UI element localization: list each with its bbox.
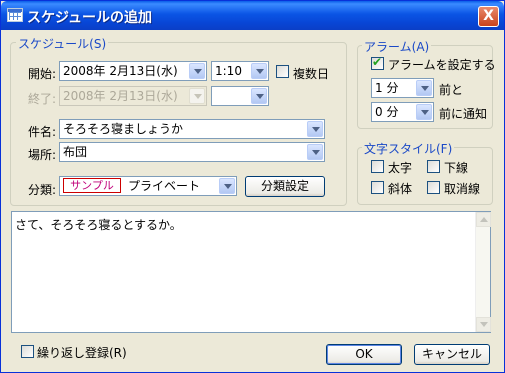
subject-combobox[interactable]: そろそろ寝ましょうか xyxy=(59,119,325,139)
category-settings-button[interactable]: 分類設定 xyxy=(245,176,325,197)
category-value: プライベート xyxy=(128,179,201,193)
chevron-down-icon[interactable] xyxy=(307,121,323,137)
memo-text: さて、そろそろ寝るとするか。 xyxy=(15,218,182,232)
category-label: 分類: xyxy=(28,183,57,197)
ok-button[interactable]: OK xyxy=(326,344,402,365)
cancel-button[interactable]: キャンセル xyxy=(414,344,490,365)
end-label: 終了: xyxy=(28,92,57,106)
alarm-notify-value: 0 分 xyxy=(375,105,399,119)
repeat-checkbox[interactable] xyxy=(21,345,34,358)
chevron-down-icon[interactable] xyxy=(416,80,432,96)
chevron-down-icon[interactable] xyxy=(251,88,267,104)
bold-checkbox[interactable] xyxy=(371,160,384,173)
strike-label[interactable]: 取消線 xyxy=(444,180,480,197)
alarm-group-legend: アラーム(A) xyxy=(362,38,432,55)
italic-checkbox[interactable] xyxy=(371,181,384,194)
chevron-down-icon[interactable] xyxy=(416,104,432,120)
chevron-down-icon xyxy=(189,88,205,104)
multi-day-checkbox[interactable] xyxy=(276,65,289,78)
start-time-select[interactable]: 1:10 xyxy=(211,61,269,81)
repeat-label[interactable]: 繰り返し登録(R) xyxy=(37,344,127,361)
place-combobox[interactable]: 布団 xyxy=(59,142,325,162)
memo-textarea[interactable]: さて、そろそろ寝るとするか。 xyxy=(11,211,491,333)
memo-scrollbar[interactable] xyxy=(475,212,491,332)
category-sample-swatch: サンプル xyxy=(63,178,121,193)
alarm-before-label: 前と xyxy=(439,83,464,97)
alarm-enable-checkbox[interactable] xyxy=(371,55,384,70)
close-button[interactable]: X xyxy=(478,6,499,27)
start-date-picker[interactable]: 2008年 2月13日(水) xyxy=(59,61,207,81)
scroll-down-icon[interactable] xyxy=(476,317,491,332)
dialog-window: スケジュールの追加 X スケジュール(S) 開始: 2008年 2月13日(水)… xyxy=(0,0,505,373)
alarm-before-value: 1 分 xyxy=(375,81,399,95)
alarm-enable-label[interactable]: アラームを設定する xyxy=(388,56,496,73)
end-date-picker: 2008年 2月13日(水) xyxy=(59,86,207,106)
window-title: スケジュールの追加 xyxy=(27,10,153,26)
alarm-notify-select[interactable]: 0 分 xyxy=(371,102,434,122)
alarm-notify-label: 前に通知 xyxy=(439,107,488,121)
underline-label[interactable]: 下線 xyxy=(444,159,468,176)
start-time-value: 1:10 xyxy=(215,64,242,78)
chevron-down-icon[interactable] xyxy=(251,63,267,79)
end-time-select[interactable] xyxy=(211,86,269,106)
start-label: 開始: xyxy=(28,67,57,81)
start-date-value: 2008年 2月13日(水) xyxy=(63,64,178,78)
chevron-down-icon[interactable] xyxy=(307,144,323,160)
place-value: 布団 xyxy=(63,145,88,159)
title-bar[interactable]: スケジュールの追加 X xyxy=(1,1,504,30)
italic-label[interactable]: 斜体 xyxy=(388,180,412,197)
subject-label: 件名: xyxy=(28,125,57,139)
scroll-up-icon[interactable] xyxy=(476,212,491,227)
place-label: 場所: xyxy=(28,148,57,162)
calendar-icon xyxy=(7,8,23,22)
subject-value: そろそろ寝ましょうか xyxy=(63,122,184,136)
end-date-value: 2008年 2月13日(水) xyxy=(63,89,178,103)
text-style-group-legend: 文字スタイル(F) xyxy=(362,140,455,157)
chevron-down-icon[interactable] xyxy=(189,63,205,79)
schedule-group-legend: スケジュール(S) xyxy=(16,35,109,52)
multi-day-label[interactable]: 複数日 xyxy=(293,65,329,82)
category-select[interactable]: サンプル プライベート xyxy=(59,176,237,196)
underline-checkbox[interactable] xyxy=(427,160,440,173)
strike-checkbox[interactable] xyxy=(427,181,440,194)
alarm-before-select[interactable]: 1 分 xyxy=(371,78,434,98)
chevron-down-icon[interactable] xyxy=(219,178,235,194)
bold-label[interactable]: 太字 xyxy=(388,159,412,176)
